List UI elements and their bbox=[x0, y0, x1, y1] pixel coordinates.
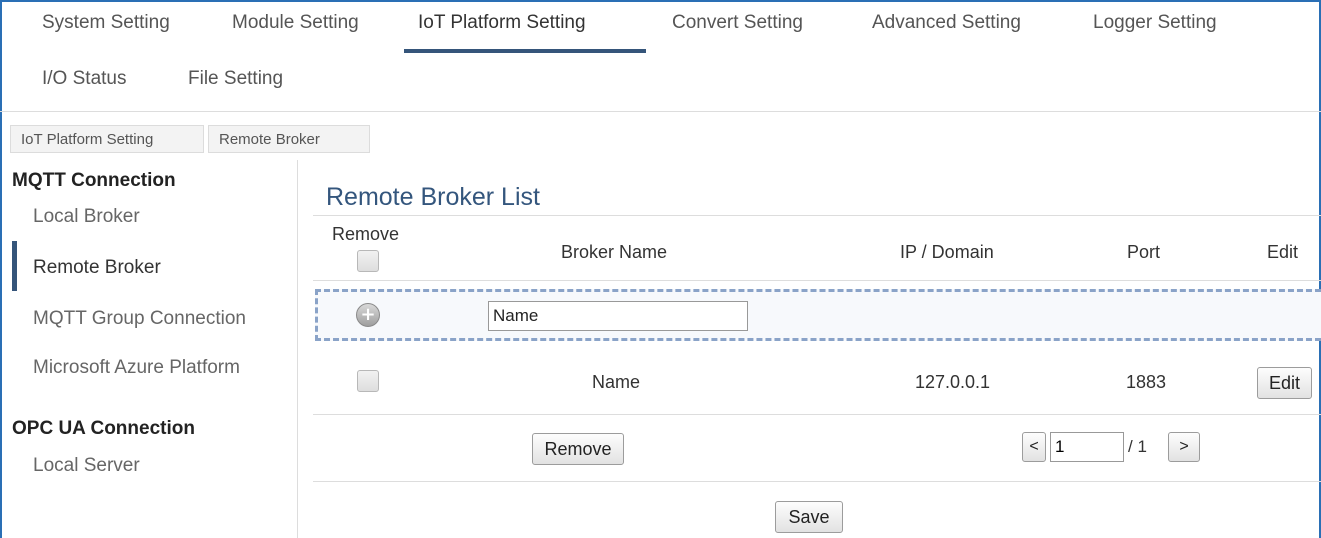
tab-convert-setting[interactable]: Convert Setting bbox=[672, 12, 803, 34]
column-header-broker-name: Broker Name bbox=[561, 242, 668, 262]
remove-button[interactable]: Remove bbox=[532, 433, 624, 465]
select-all-checkbox[interactable] bbox=[357, 250, 379, 272]
row-ip-domain: 127.0.0.1 bbox=[915, 372, 991, 392]
sidebar-header-opcua: OPC UA Connection bbox=[12, 418, 195, 439]
row-divider bbox=[313, 414, 1321, 415]
sidebar-item-local-server[interactable]: Local Server bbox=[33, 455, 140, 477]
add-broker-button[interactable]: + bbox=[356, 303, 380, 327]
edit-button[interactable]: Edit bbox=[1257, 367, 1312, 399]
tab-advanced-setting[interactable]: Advanced Setting bbox=[872, 12, 1021, 34]
column-header-ip-domain: IP / Domain bbox=[900, 242, 994, 262]
sidebar-header-mqtt: MQTT Connection bbox=[12, 170, 176, 191]
column-header-remove: Remove bbox=[332, 224, 400, 244]
column-header-port: Port bbox=[1127, 242, 1161, 262]
tab-file-setting[interactable]: File Setting bbox=[188, 68, 283, 90]
tab-iot-platform-setting[interactable]: IoT Platform Setting bbox=[418, 12, 586, 34]
save-button[interactable]: Save bbox=[775, 501, 843, 533]
page-number-input[interactable] bbox=[1050, 432, 1124, 462]
column-header-edit: Edit bbox=[1267, 242, 1299, 262]
sidebar-active-marker bbox=[12, 241, 17, 291]
breadcrumb-remote-broker[interactable]: Remote Broker bbox=[208, 125, 370, 153]
tab-logger-setting[interactable]: Logger Setting bbox=[1093, 12, 1217, 34]
next-page-button[interactable]: > bbox=[1168, 432, 1200, 462]
active-tab-indicator bbox=[404, 49, 646, 53]
row-broker-name: Name bbox=[592, 372, 641, 392]
sidebar-item-microsoft-azure-platform[interactable]: Microsoft Azure Platform bbox=[33, 357, 240, 379]
sidebar-item-local-broker[interactable]: Local Broker bbox=[33, 206, 140, 228]
top-nav-row-1: System Setting Module Setting IoT Platfo… bbox=[0, 0, 1321, 56]
breadcrumb-iot-platform-setting[interactable]: IoT Platform Setting bbox=[10, 125, 204, 153]
table-top-divider bbox=[313, 215, 1321, 216]
footer-divider bbox=[313, 481, 1321, 482]
tab-module-setting[interactable]: Module Setting bbox=[232, 12, 359, 34]
tab-io-status[interactable]: I/O Status bbox=[42, 68, 126, 90]
page-title: Remote Broker List bbox=[326, 183, 540, 211]
sidebar: MQTT Connection Local Broker Remote Brok… bbox=[0, 160, 298, 538]
sidebar-item-remote-broker[interactable]: Remote Broker bbox=[33, 257, 161, 279]
plus-icon: + bbox=[360, 304, 376, 325]
sidebar-item-mqtt-group-connection[interactable]: MQTT Group Connection bbox=[33, 308, 246, 330]
new-broker-name-input[interactable] bbox=[488, 301, 748, 331]
prev-page-button[interactable]: < bbox=[1022, 432, 1046, 462]
top-nav-row-2: I/O Status File Setting bbox=[0, 56, 1321, 112]
tab-system-setting[interactable]: System Setting bbox=[42, 12, 170, 34]
add-broker-row bbox=[315, 289, 1321, 341]
row-port: 1883 bbox=[1126, 372, 1167, 392]
header-divider bbox=[313, 280, 1321, 281]
page-total: / 1 bbox=[1128, 437, 1147, 456]
row-select-checkbox[interactable] bbox=[357, 370, 379, 392]
